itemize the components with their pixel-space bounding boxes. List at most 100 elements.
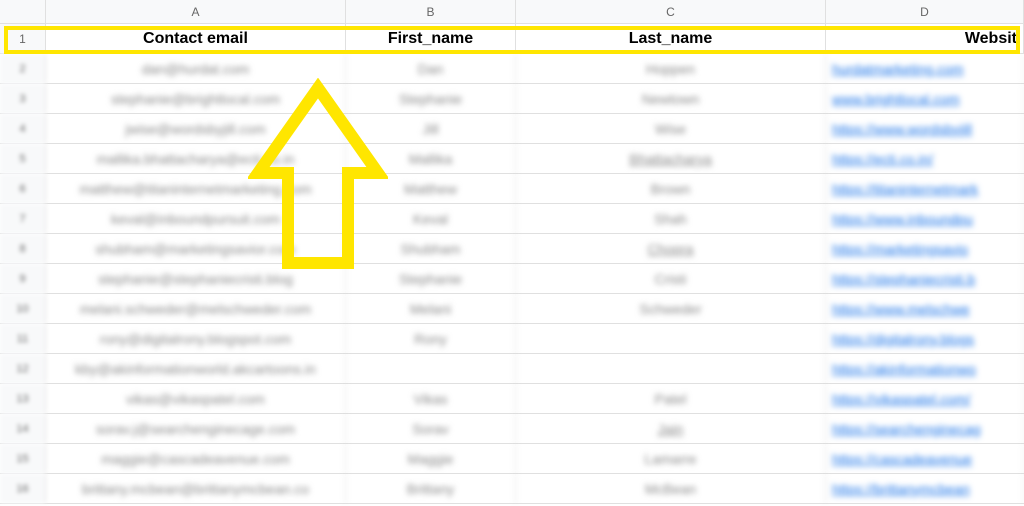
row-number[interactable]: 14 [0, 414, 46, 443]
table-row: 10melani.schweder@melschweder.comMelaniS… [0, 294, 1024, 324]
header-contact-email[interactable]: Contact email [46, 24, 346, 53]
row-number[interactable]: 3 [0, 84, 46, 113]
cell-contact-email[interactable]: matthew@titaninternetmarketing.com [46, 174, 346, 203]
cell-contact-email[interactable]: stephanie@brightlocal.com [46, 84, 346, 113]
header-first-name[interactable]: First_name [346, 24, 516, 53]
header-last-name[interactable]: Last_name [516, 24, 826, 53]
cell-first-name[interactable]: Brittany [346, 474, 516, 503]
cell-contact-email[interactable]: brittany.mcbean@brittanymcbean.co [46, 474, 346, 503]
row-number[interactable]: 9 [0, 264, 46, 293]
table-row: 4jwise@wordsbyjill.comJillWisehttps://ww… [0, 114, 1024, 144]
table-row: 5mallika.bhattacharya@ecti.co.inMallikaB… [0, 144, 1024, 174]
cell-last-name[interactable]: Newtown [516, 84, 826, 113]
cell-contact-email[interactable]: stephanie@stephaniecristi.blog [46, 264, 346, 293]
table-row: 2dan@hurdat.comDanHoppenhurdatmarketing.… [0, 54, 1024, 84]
row-number[interactable]: 11 [0, 324, 46, 353]
cell-last-name[interactable]: Schweder [516, 294, 826, 323]
cell-website[interactable]: https://marketingsavio [826, 234, 1024, 263]
cell-website[interactable]: https://digitalrony.blogs [826, 324, 1024, 353]
cell-website[interactable]: https://titaninternetmark [826, 174, 1024, 203]
header-website[interactable]: Websit [826, 24, 1024, 53]
row-number[interactable]: 10 [0, 294, 46, 323]
row-number-1[interactable]: 1 [0, 24, 46, 53]
cell-last-name[interactable]: Lamarre [516, 444, 826, 473]
cell-contact-email[interactable]: sorav.j@searchenginecage.com [46, 414, 346, 443]
row-number[interactable]: 13 [0, 384, 46, 413]
cell-website[interactable]: https://ecti.co.in/ [826, 144, 1024, 173]
cell-last-name[interactable]: Brown [516, 174, 826, 203]
cell-first-name[interactable]: Stephanie [346, 84, 516, 113]
row-number[interactable]: 5 [0, 144, 46, 173]
cell-last-name[interactable]: Cristi [516, 264, 826, 293]
cell-first-name[interactable] [346, 354, 516, 383]
row-number[interactable]: 7 [0, 204, 46, 233]
cell-contact-email[interactable]: melani.schweder@melschweder.com [46, 294, 346, 323]
cell-last-name[interactable]: Hoppen [516, 54, 826, 83]
table-row: 14sorav.j@searchenginecage.comSoravJainh… [0, 414, 1024, 444]
cell-website[interactable]: https://www.wordsbyjill [826, 114, 1024, 143]
header-row: 1 Contact email First_name Last_name Web… [0, 24, 1024, 54]
cell-first-name[interactable]: Dan [346, 54, 516, 83]
cell-last-name[interactable]: Shah [516, 204, 826, 233]
cell-first-name[interactable]: Vikas [346, 384, 516, 413]
cell-contact-email[interactable]: rony@digitalrony.blogspot.com [46, 324, 346, 353]
select-all-corner[interactable] [0, 0, 46, 24]
cell-website[interactable]: https://searchenginecag [826, 414, 1024, 443]
row-number[interactable]: 6 [0, 174, 46, 203]
cell-website[interactable]: https://brittanymcbean [826, 474, 1024, 503]
spreadsheet: A B C D 1 Contact email First_name Last_… [0, 0, 1024, 504]
cell-contact-email[interactable]: kby@akinformationworld.akcartoons.in [46, 354, 346, 383]
cell-first-name[interactable]: Matthew [346, 174, 516, 203]
cell-first-name[interactable]: Rony [346, 324, 516, 353]
cell-last-name[interactable]: McBean [516, 474, 826, 503]
cell-last-name[interactable]: Patel [516, 384, 826, 413]
row-number[interactable]: 8 [0, 234, 46, 263]
cell-website[interactable]: https://www.melschwe [826, 294, 1024, 323]
cell-last-name[interactable]: Bhattacharya [516, 144, 826, 173]
cell-first-name[interactable]: Shubham [346, 234, 516, 263]
cell-first-name[interactable]: Sorav [346, 414, 516, 443]
column-header-A[interactable]: A [46, 0, 346, 24]
cell-first-name[interactable]: Jill [346, 114, 516, 143]
cell-last-name[interactable] [516, 354, 826, 383]
column-headers-row: A B C D [0, 0, 1024, 24]
cell-contact-email[interactable]: mallika.bhattacharya@ecti.co.in [46, 144, 346, 173]
cell-website[interactable]: www.brightlocal.com [826, 84, 1024, 113]
row-number[interactable]: 16 [0, 474, 46, 503]
cell-website[interactable]: hurdatmarketing.com [826, 54, 1024, 83]
table-row: 9stephanie@stephaniecristi.blogStephanie… [0, 264, 1024, 294]
cell-website[interactable]: https://stephaniecristi.b [826, 264, 1024, 293]
cell-last-name[interactable]: Wise [516, 114, 826, 143]
table-row: 11rony@digitalrony.blogspot.comRony https… [0, 324, 1024, 354]
column-header-B[interactable]: B [346, 0, 516, 24]
cell-first-name[interactable]: Mallika [346, 144, 516, 173]
table-row: 7keval@inboundpursuit.comKevalShahhttps:… [0, 204, 1024, 234]
table-row: 3stephanie@brightlocal.comStephanieNewto… [0, 84, 1024, 114]
cell-first-name[interactable]: Maggie [346, 444, 516, 473]
cell-contact-email[interactable]: jwise@wordsbyjill.com [46, 114, 346, 143]
cell-last-name[interactable]: Chopra [516, 234, 826, 263]
cell-contact-email[interactable]: vikas@vikaspatel.com [46, 384, 346, 413]
row-number[interactable]: 4 [0, 114, 46, 143]
cell-website[interactable]: https://akinformationwo [826, 354, 1024, 383]
cell-first-name[interactable]: Stephanie [346, 264, 516, 293]
column-header-C[interactable]: C [516, 0, 826, 24]
cell-contact-email[interactable]: shubham@marketingsavior.com [46, 234, 346, 263]
cell-last-name[interactable] [516, 324, 826, 353]
cell-website[interactable]: https://vikaspatel.com/ [826, 384, 1024, 413]
cell-website[interactable]: https://cascadeavenue [826, 444, 1024, 473]
cell-contact-email[interactable]: keval@inboundpursuit.com [46, 204, 346, 233]
row-number[interactable]: 15 [0, 444, 46, 473]
table-row: 6matthew@titaninternetmarketing.comMatth… [0, 174, 1024, 204]
row-number[interactable]: 2 [0, 54, 46, 83]
cell-website[interactable]: https://www.inboundpu [826, 204, 1024, 233]
cell-contact-email[interactable]: dan@hurdat.com [46, 54, 346, 83]
cell-first-name[interactable]: Melani [346, 294, 516, 323]
column-header-D[interactable]: D [826, 0, 1024, 24]
row-number[interactable]: 12 [0, 354, 46, 383]
cell-last-name[interactable]: Jain [516, 414, 826, 443]
cell-contact-email[interactable]: maggie@cascadeavenue.com [46, 444, 346, 473]
table-row: 15maggie@cascadeavenue.comMaggieLamarreh… [0, 444, 1024, 474]
table-row: 16brittany.mcbean@brittanymcbean.coBritt… [0, 474, 1024, 504]
cell-first-name[interactable]: Keval [346, 204, 516, 233]
